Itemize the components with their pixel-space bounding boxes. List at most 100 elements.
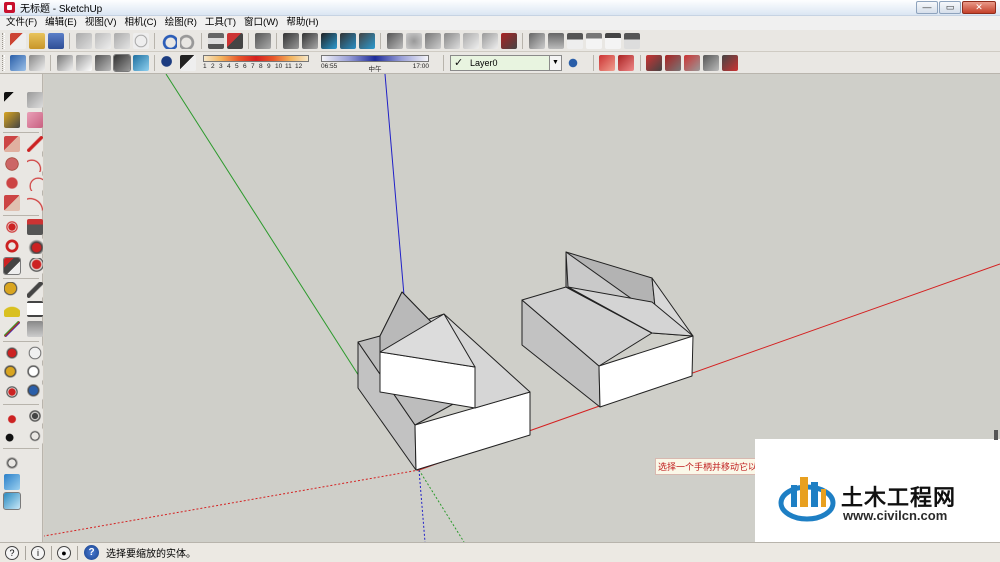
save-icon[interactable] [47,32,64,49]
minimize-button[interactable]: — [916,1,938,14]
tape-measure-icon[interactable] [3,282,20,298]
freehand-icon[interactable] [26,175,43,191]
paint-bucket-icon[interactable] [3,112,20,128]
warehouse-icon[interactable] [528,32,545,49]
previous-view-icon[interactable] [26,384,43,400]
camera-views-icon[interactable] [254,32,271,49]
shaded-icon[interactable] [94,54,111,71]
menu-tools[interactable]: 工具(T) [201,16,240,30]
look-around-icon[interactable] [26,408,43,424]
section-display-icon[interactable] [618,54,634,71]
toolbar-grip[interactable] [2,54,5,71]
zoom-extents-icon[interactable] [3,384,20,400]
right-block-model[interactable] [521,251,694,408]
axes-icon[interactable] [3,321,20,337]
hidden-line-icon[interactable] [75,54,92,71]
pie-icon[interactable] [3,195,20,211]
building-icon[interactable] [623,32,640,49]
paste-icon[interactable] [113,32,130,49]
walk-footprints-icon[interactable] [3,428,20,444]
viewport-scroll-indicator[interactable] [994,430,998,440]
top-view-icon[interactable] [301,32,318,49]
components-icon[interactable] [547,32,564,49]
house-icon[interactable] [566,32,583,49]
front-view-icon[interactable] [320,32,337,49]
intersect-icon[interactable] [646,54,662,71]
help-icon[interactable]: ? [84,545,99,560]
section-cut-icon[interactable] [26,428,43,444]
house-outline-icon[interactable] [585,32,602,49]
house-front-icon[interactable] [604,32,621,49]
select-arrow-icon[interactable] [3,92,20,108]
back-edges-icon[interactable] [28,54,45,71]
shaded-textures-icon[interactable] [112,53,131,72]
xray-icon[interactable] [9,54,26,71]
zoom-window-icon[interactable] [26,365,43,381]
shadow-month-slider[interactable]: 1 2 3 4 5 6 7 8 9 10 11 12 [203,53,315,73]
iso-view-icon[interactable] [282,32,299,49]
stamp-icon[interactable] [443,32,460,49]
subtract-icon[interactable] [684,54,700,71]
zoom-icon[interactable] [3,365,20,381]
sandbox-from-contours-icon[interactable] [386,32,403,49]
menu-camera[interactable]: 相机(C) [120,16,160,30]
shadow-time-slider[interactable]: 06:55 中午 17:00 [321,53,433,73]
open-folder-icon[interactable] [28,32,45,49]
make-component-icon[interactable] [26,92,43,108]
close-button[interactable]: ✕ [962,1,996,14]
text-label-icon[interactable] [26,301,43,317]
eraser-icon[interactable] [26,112,43,128]
push-pull-icon[interactable] [26,219,43,235]
erase-icon[interactable] [132,32,149,49]
menu-help[interactable]: 帮助(H) [282,16,322,30]
drape-icon[interactable] [462,32,479,49]
orbit-icon[interactable] [3,345,20,361]
two-point-arc-icon[interactable] [26,195,43,211]
3d-text-icon[interactable] [26,321,43,337]
section-plane-icon[interactable] [599,54,615,71]
rotate-icon[interactable] [3,238,20,254]
rectangle-icon[interactable] [3,136,20,152]
left-block-model[interactable] [357,291,531,471]
cut-icon[interactable] [75,32,92,49]
protractor-icon[interactable] [3,301,20,317]
pan-hand-icon[interactable] [26,345,43,361]
union-icon[interactable] [665,54,681,71]
offset-icon[interactable] [26,258,43,274]
menu-window[interactable]: 窗口(W) [240,16,282,30]
dimension-icon[interactable] [26,282,43,298]
follow-me-icon[interactable] [26,238,43,254]
toolbar-grip[interactable] [2,32,5,49]
edit-matched-photo-icon[interactable] [2,492,21,510]
redo-icon[interactable] [179,32,196,49]
flip-edge-icon[interactable] [500,32,517,49]
scale-icon[interactable] [2,257,21,275]
layer-manager-icon[interactable] [565,54,581,71]
add-detail-icon[interactable] [481,32,498,49]
wireframe-icon[interactable] [56,54,73,71]
menu-edit[interactable]: 编辑(E) [41,16,81,30]
trim-icon[interactable] [703,54,719,71]
position-camera-icon[interactable] [3,408,20,424]
move-icon[interactable] [3,219,20,235]
shadow-settings-icon[interactable] [160,54,177,71]
display-shadows-icon[interactable] [179,54,196,71]
split-icon[interactable] [722,54,738,71]
menu-file[interactable]: 文件(F) [2,16,41,30]
right-view-icon[interactable] [339,32,356,49]
restore-button[interactable]: ▭ [939,1,961,14]
print-icon[interactable] [207,32,224,49]
menu-view[interactable]: 视图(V) [81,16,121,30]
arc-icon[interactable] [26,156,43,172]
back-view-icon[interactable] [358,32,375,49]
user-account-icon[interactable]: ● [57,545,71,560]
menu-draw[interactable]: 绘图(R) [161,16,201,30]
photo-match-icon[interactable] [3,474,20,490]
polygon-icon[interactable] [3,175,20,191]
sandbox-from-scratch-icon[interactable] [405,32,422,49]
geo-location-icon[interactable]: ? [5,545,19,560]
pencil-line-icon[interactable] [26,136,43,152]
smoove-icon[interactable] [424,32,441,49]
copy-icon[interactable] [94,32,111,49]
circle-icon[interactable] [3,156,20,172]
